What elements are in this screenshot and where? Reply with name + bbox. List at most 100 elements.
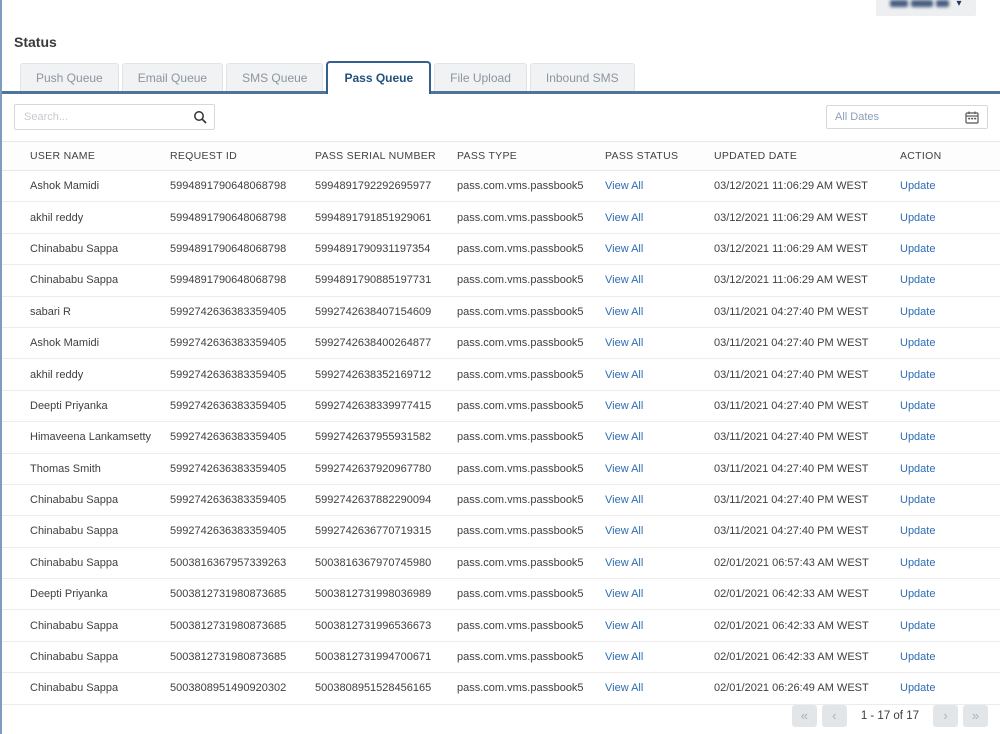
cell-pass-type: pass.com.vms.passbook5	[457, 641, 605, 674]
update-link[interactable]: Update	[900, 400, 935, 412]
update-link[interactable]: Update	[900, 651, 935, 663]
cell-request-id: 5003816367957339263	[170, 547, 315, 580]
pagination-prev-button[interactable]: ‹	[821, 705, 847, 727]
update-link[interactable]: Update	[900, 337, 935, 349]
cell-pass-serial-number: 5992742637955931582	[315, 421, 457, 454]
view-all-link[interactable]: View All	[605, 494, 643, 506]
column-header-user-name: USER NAME	[2, 141, 170, 171]
redacted-menu-label	[936, 0, 950, 7]
cell-pass-serial-number: 5992742636770719315	[315, 515, 457, 548]
update-link[interactable]: Update	[900, 463, 935, 475]
view-all-link[interactable]: View All	[605, 651, 643, 663]
update-link[interactable]: Update	[900, 620, 935, 632]
cell-pass-serial-number: 5003812731998036989	[315, 578, 457, 611]
table-row: Chinababu Sappa 5003816367957339263 5003…	[2, 547, 1000, 580]
pagination-last-button[interactable]: »	[963, 705, 988, 727]
cell-action: Update	[900, 170, 1000, 203]
update-link[interactable]: Update	[900, 557, 935, 569]
cell-action: Update	[900, 296, 1000, 328]
user-menu-button[interactable]: ▾	[876, 0, 976, 16]
cell-pass-type: pass.com.vms.passbook5	[457, 264, 605, 297]
cell-user-name: Chinababu Sappa	[2, 641, 170, 674]
cell-action: Update	[900, 641, 1000, 674]
cell-updated-date: 02/01/2021 06:26:49 AM WEST	[714, 672, 900, 705]
cell-updated-date: 03/11/2021 04:27:40 PM WEST	[714, 421, 900, 454]
view-all-link[interactable]: View All	[605, 369, 643, 381]
table-row: Chinababu Sappa 5994891790648068798 5994…	[2, 264, 1000, 297]
view-all-link[interactable]: View All	[605, 557, 643, 569]
update-link[interactable]: Update	[900, 212, 935, 224]
cell-pass-status: View All	[605, 390, 714, 423]
view-all-link[interactable]: View All	[605, 212, 643, 224]
column-header-updated-date: UPDATED DATE	[714, 141, 900, 171]
update-link[interactable]: Update	[900, 243, 935, 255]
pagination-first-button[interactable]: «	[791, 705, 817, 727]
update-link[interactable]: Update	[900, 431, 935, 443]
table-row: Deepti Priyanka 5003812731980873685 5003…	[2, 578, 1000, 611]
view-all-link[interactable]: View All	[605, 306, 643, 318]
prev-page-icon: ‹	[832, 708, 837, 723]
table-row: Chinababu Sappa 5003812731980873685 5003…	[2, 641, 1000, 674]
tab-inbound-sms[interactable]: Inbound SMS	[529, 63, 635, 91]
view-all-link[interactable]: View All	[605, 337, 643, 349]
search-input[interactable]	[14, 104, 215, 130]
view-all-link[interactable]: View All	[605, 588, 643, 600]
update-link[interactable]: Update	[900, 369, 935, 381]
cell-action: Update	[900, 484, 1000, 517]
update-link[interactable]: Update	[900, 588, 935, 600]
cell-request-id: 5003812731980873685	[170, 641, 315, 674]
view-all-link[interactable]: View All	[605, 243, 643, 255]
tab-email-queue[interactable]: Email Queue	[121, 63, 224, 91]
tab-file-upload[interactable]: File Upload	[434, 63, 527, 91]
tab-sms-queue[interactable]: SMS Queue	[226, 63, 324, 91]
search-icon[interactable]	[193, 110, 207, 124]
topbar: ▾	[2, 0, 1000, 16]
column-header-request-id: REQUEST ID	[170, 141, 315, 171]
cell-pass-serial-number: 5992742638407154609	[315, 296, 457, 328]
view-all-link[interactable]: View All	[605, 620, 643, 632]
cell-pass-type: pass.com.vms.passbook5	[457, 515, 605, 548]
cell-pass-serial-number: 5994891791851929061	[315, 201, 457, 234]
view-all-link[interactable]: View All	[605, 180, 643, 192]
cell-updated-date: 03/11/2021 04:27:40 PM WEST	[714, 515, 900, 548]
update-link[interactable]: Update	[900, 274, 935, 286]
update-link[interactable]: Update	[900, 494, 935, 506]
update-link[interactable]: Update	[900, 682, 935, 694]
cell-pass-serial-number: 5992742637882290094	[315, 484, 457, 517]
cell-pass-type: pass.com.vms.passbook5	[457, 453, 605, 485]
cell-request-id: 5992742636383359405	[170, 296, 315, 328]
cell-user-name: Deepti Priyanka	[2, 578, 170, 611]
update-link[interactable]: Update	[900, 525, 935, 537]
cell-user-name: akhil reddy	[2, 201, 170, 234]
tab-pass-queue[interactable]: Pass Queue	[326, 61, 432, 94]
cell-user-name: Chinababu Sappa	[2, 233, 170, 266]
table-row: Chinababu Sappa 5992742636383359405 5992…	[2, 515, 1000, 548]
view-all-link[interactable]: View All	[605, 400, 643, 412]
cell-updated-date: 03/12/2021 11:06:29 AM WEST	[714, 170, 900, 203]
view-all-link[interactable]: View All	[605, 525, 643, 537]
cell-request-id: 5992742636383359405	[170, 327, 315, 360]
table-row: Chinababu Sappa 5994891790648068798 5994…	[2, 233, 1000, 266]
pagination-range-text: 1 - 17 of 17	[860, 710, 919, 722]
cell-updated-date: 03/12/2021 11:06:29 AM WEST	[714, 201, 900, 234]
cell-pass-status: View All	[605, 672, 714, 705]
table-row: Thomas Smith 5992742636383359405 5992742…	[2, 453, 1000, 485]
pagination-next-button[interactable]: ›	[933, 705, 958, 727]
cell-updated-date: 03/12/2021 11:06:29 AM WEST	[714, 264, 900, 297]
last-page-icon: »	[971, 708, 980, 723]
tab-push-queue[interactable]: Push Queue	[20, 63, 119, 91]
cell-request-id: 5992742636383359405	[170, 358, 315, 391]
cell-pass-serial-number: 5003812731994700671	[315, 641, 457, 674]
view-all-link[interactable]: View All	[605, 463, 643, 475]
cell-user-name: Ashok Mamidi	[2, 327, 170, 360]
view-all-link[interactable]: View All	[605, 682, 643, 694]
cell-pass-serial-number: 5003812731996536673	[315, 609, 457, 642]
view-all-link[interactable]: View All	[605, 274, 643, 286]
cell-request-id: 5992742636383359405	[170, 421, 315, 454]
cell-pass-status: View All	[605, 201, 714, 234]
update-link[interactable]: Update	[900, 306, 935, 318]
update-link[interactable]: Update	[900, 180, 935, 192]
view-all-link[interactable]: View All	[605, 431, 643, 443]
date-filter[interactable]: All Dates	[826, 105, 988, 129]
cell-updated-date: 03/11/2021 04:27:40 PM WEST	[714, 296, 900, 328]
